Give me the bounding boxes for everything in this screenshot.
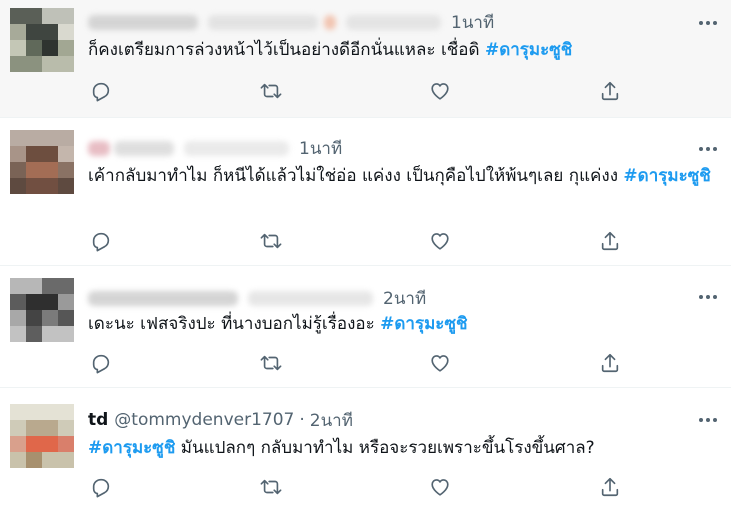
blurred-handle (208, 14, 318, 30)
tweet-text: เดะนะ เฟสจริงปะ ที่นางบอกไม่รู้เรื่องอะ … (88, 310, 713, 338)
reply-button[interactable] (88, 474, 114, 500)
tweet-text-part: เค้ากลับมาทำไม ก็หนีได้แล้วไม่ใช่อ่อ แค่… (88, 166, 624, 186)
hashtag-link[interactable]: #ดารุมะซูชิ (88, 438, 175, 458)
more-icon (699, 21, 717, 25)
blurred-handle (184, 140, 289, 156)
like-icon (431, 83, 449, 100)
tweet-text-part: เดะนะ เฟสจริงปะ ที่นางบอกไม่รู้เรื่องอะ (88, 314, 381, 334)
share-button[interactable] (597, 228, 623, 254)
display-name[interactable]: td (88, 410, 108, 430)
like-icon (431, 233, 449, 250)
tweet-actions (88, 350, 628, 376)
more-options-button[interactable] (697, 138, 719, 160)
more-icon (699, 418, 717, 422)
tweet-header: 1นาที (88, 136, 342, 160)
more-options-button[interactable] (697, 409, 719, 431)
retweet-button[interactable] (258, 78, 284, 104)
avatar[interactable] (10, 8, 74, 72)
reply-icon (92, 232, 110, 252)
retweet-button[interactable] (258, 350, 284, 376)
retweet-icon (260, 355, 282, 371)
retweet-icon (260, 233, 282, 249)
tweet[interactable]: 2นาที เดะนะ เฟสจริงปะ ที่นางบอกไม่รู้เรื… (0, 266, 731, 388)
share-icon (601, 81, 619, 101)
share-icon (601, 231, 619, 251)
blurred-handle-tail (346, 14, 441, 30)
like-button[interactable] (427, 228, 453, 254)
tweet[interactable]: td @tommydenver1707 · 2นาที #ดารุมะซูชิ … (0, 388, 731, 512)
tweet-time[interactable]: 2นาที (310, 407, 353, 434)
retweet-icon (260, 83, 282, 99)
like-icon (431, 479, 449, 496)
share-button[interactable] (597, 474, 623, 500)
share-button[interactable] (597, 350, 623, 376)
tweet-header: td @tommydenver1707 · 2นาที (88, 408, 353, 432)
more-icon (699, 295, 717, 299)
reply-icon (92, 478, 110, 498)
avatar[interactable] (10, 130, 74, 194)
like-icon (431, 355, 449, 372)
like-button[interactable] (427, 78, 453, 104)
reply-button[interactable] (88, 78, 114, 104)
avatar[interactable] (10, 278, 74, 342)
tweet[interactable]: 1นาที เค้ากลับมาทำไม ก็หนีได้แล้วไม่ใช่อ… (0, 118, 731, 266)
blurred-name (88, 14, 198, 30)
tweet-header: 1นาที (88, 10, 494, 34)
more-options-button[interactable] (697, 12, 719, 34)
blurred-name-tail (114, 140, 174, 156)
share-button[interactable] (597, 78, 623, 104)
tweet-text: ก็คงเตรียมการล่วงหน้าไว้เป็นอย่างดีอีกนั… (88, 36, 713, 64)
tweet-actions (88, 474, 628, 500)
reply-icon (92, 354, 110, 374)
hashtag-link[interactable]: #ดารุมะซูชิ (485, 40, 572, 60)
blurred-handle (248, 290, 373, 306)
share-icon (601, 353, 619, 373)
retweet-button[interactable] (258, 474, 284, 500)
reply-button[interactable] (88, 228, 114, 254)
tweet-time[interactable]: 2นาที (383, 285, 426, 312)
blurred-name (88, 140, 110, 156)
reply-icon (92, 82, 110, 102)
retweet-button[interactable] (258, 228, 284, 254)
retweet-icon (260, 479, 282, 495)
tweet-time[interactable]: 1นาที (299, 135, 342, 162)
username[interactable]: @tommydenver1707 (114, 410, 294, 430)
hashtag-link[interactable]: #ดารุมะซูชิ (380, 314, 467, 334)
separator-dot: · (299, 410, 305, 430)
tweet-actions (88, 228, 628, 254)
tweet-header: 2นาที (88, 286, 426, 310)
tweet-actions (88, 78, 628, 104)
tweet-time[interactable]: 1นาที (451, 9, 494, 36)
more-icon (699, 147, 717, 151)
share-icon (601, 477, 619, 497)
tweet-text-part: ก็คงเตรียมการล่วงหน้าไว้เป็นอย่างดีอีกนั… (88, 40, 485, 60)
like-button[interactable] (427, 350, 453, 376)
tweet-text: #ดารุมะซูชิ มันแปลกๆ กลับมาทำไม หรือจะรว… (88, 434, 713, 462)
hashtag-link[interactable]: #ดารุมะซูชิ (623, 166, 710, 186)
like-button[interactable] (427, 474, 453, 500)
tweet-text: เค้ากลับมาทำไม ก็หนีได้แล้วไม่ใช่อ่อ แค่… (88, 162, 713, 190)
tweet-text-part: มันแปลกๆ กลับมาทำไม หรือจะรวยเพราะขึ้นโร… (175, 438, 595, 458)
avatar[interactable] (10, 404, 74, 468)
blurred-name (88, 290, 238, 306)
blurred-handle-accent (324, 14, 336, 30)
tweet[interactable]: 1นาที ก็คงเตรียมการล่วงหน้าไว้เป็นอย่างด… (0, 0, 731, 118)
reply-button[interactable] (88, 350, 114, 376)
more-options-button[interactable] (697, 286, 719, 308)
